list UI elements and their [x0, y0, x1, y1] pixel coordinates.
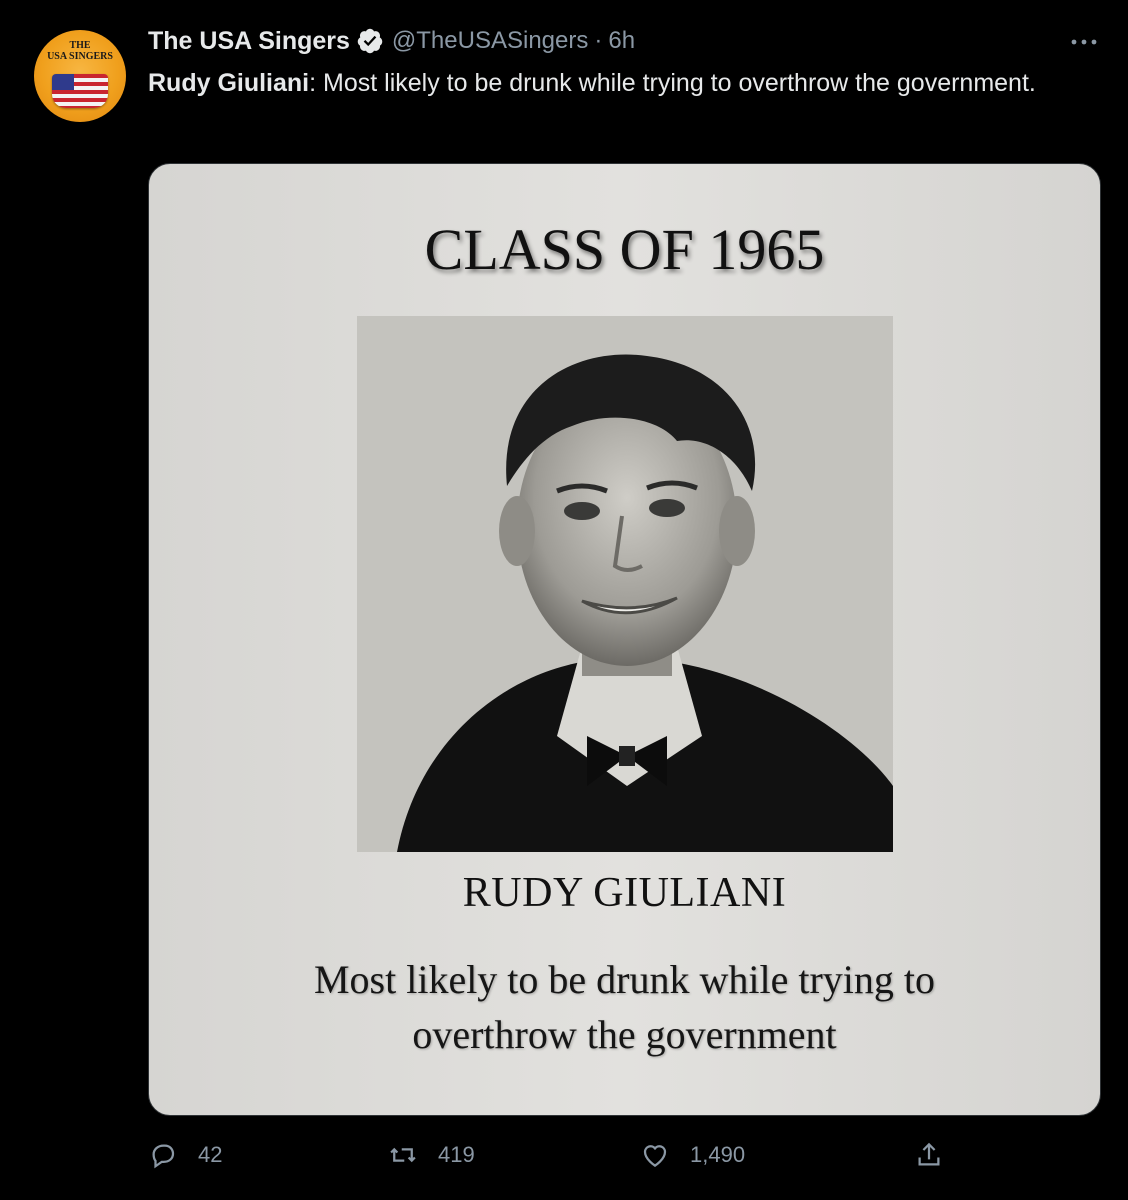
tweet[interactable]: THE USA SINGERS The USA Singers @TheUSAS… — [0, 0, 1128, 1200]
tweet-header: The USA Singers @TheUSASingers · 6h — [148, 26, 635, 56]
verified-icon — [357, 28, 383, 54]
timestamp[interactable]: 6h — [608, 27, 635, 55]
avatar-text-line2: USA SINGERS — [47, 51, 113, 62]
reply-button[interactable]: 42 — [148, 1140, 222, 1170]
retweet-count: 419 — [438, 1142, 475, 1167]
portrait-illustration — [357, 316, 893, 852]
tweet-actions: 42 419 1,490 — [0, 1140, 1128, 1180]
retweet-button[interactable]: 419 — [388, 1140, 475, 1170]
tweet-text-rest: : Most likely to be drunk while trying t… — [309, 69, 1036, 97]
share-button[interactable] — [914, 1140, 944, 1170]
tweet-text-bold: Rudy Giuliani — [148, 69, 310, 97]
like-button[interactable]: 1,490 — [640, 1140, 745, 1170]
separator-dot: · — [594, 27, 603, 54]
author-handle[interactable]: @TheUSASingers — [392, 27, 588, 55]
tweet-image[interactable]: CLASS OF 1965 RUDY GIULIANI Most likely … — [148, 163, 1101, 1116]
yearbook-class-title: CLASS OF 1965 — [424, 217, 825, 282]
like-icon — [643, 1145, 667, 1167]
author-name[interactable]: The USA Singers — [148, 27, 350, 56]
like-count: 1,490 — [690, 1142, 746, 1167]
avatar[interactable]: THE USA SINGERS — [34, 30, 126, 122]
more-icon[interactable] — [1068, 30, 1100, 54]
share-icon — [918, 1142, 940, 1166]
yearbook-portrait — [357, 316, 893, 852]
yearbook-person-name: RUDY GIULIANI — [462, 870, 787, 916]
yearbook-caption: Most likely to be drunk while trying to … — [313, 957, 936, 1057]
tweet-text: Rudy Giuliani: Most likely to be drunk w… — [148, 66, 1048, 100]
reply-icon — [152, 1144, 175, 1169]
reply-count: 42 — [198, 1142, 223, 1167]
flag-mask-icon — [52, 74, 108, 108]
retweet-icon — [390, 1147, 416, 1163]
avatar-text-line1: THE — [69, 40, 91, 51]
